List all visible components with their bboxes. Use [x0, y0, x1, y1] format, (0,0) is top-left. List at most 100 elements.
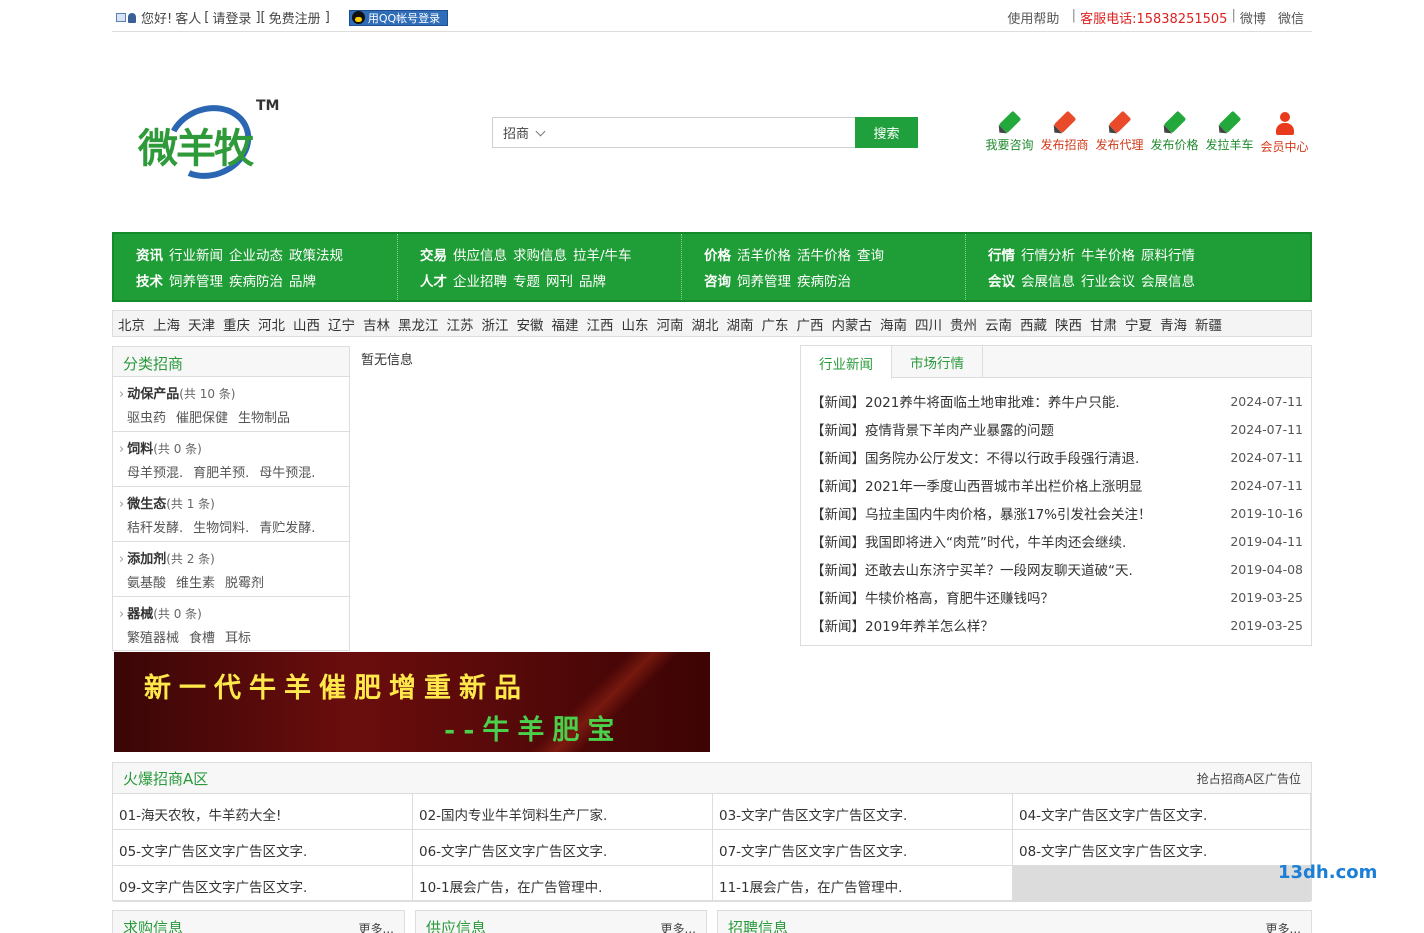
nav-head[interactable]: 技术	[136, 274, 163, 290]
category-sub-link[interactable]: 生物饲料.	[193, 521, 249, 536]
nav-head[interactable]: 人才	[420, 274, 447, 290]
city-link[interactable]: 湖南	[727, 314, 754, 334]
nav-head[interactable]: 资讯	[136, 248, 163, 264]
jobs-info-more-link[interactable]: 更多...	[1266, 917, 1301, 933]
category-sub-link[interactable]: 母牛预混.	[259, 466, 315, 481]
category-sub-link[interactable]: 食槽	[189, 631, 215, 646]
login-link[interactable]: 请登录	[212, 8, 251, 27]
news-title[interactable]: 【新闻】2019年养羊怎么样？	[811, 615, 994, 635]
ad-cell[interactable]: 07-文字广告区文字广告区文字.	[713, 830, 1013, 866]
weibo-link[interactable]: 微博	[1240, 8, 1266, 27]
category-sub-link[interactable]: 催肥保健	[176, 411, 228, 426]
ad-cell[interactable]: 09-文字广告区文字广告区文字.	[113, 866, 413, 902]
category-sub-link[interactable]: 母羊预混.	[127, 466, 183, 481]
category-sub-link[interactable]: 青贮发酵.	[259, 521, 315, 536]
city-link[interactable]: 河北	[258, 314, 285, 334]
ad-cell[interactable]: 04-文字广告区文字广告区文字.	[1013, 794, 1311, 830]
city-link[interactable]: 陕西	[1055, 314, 1082, 334]
nav-link[interactable]: 饲养管理	[737, 274, 791, 290]
news-item[interactable]: 【新闻】2021养牛将面临土地审批难：养牛户只能. 2024-07-11	[811, 387, 1303, 415]
nav-link[interactable]: 拉羊/牛车	[573, 248, 632, 264]
news-item[interactable]: 【新闻】2019年养羊怎么样？ 2019-03-25	[811, 611, 1303, 639]
action-0[interactable]: 我要咨询	[982, 110, 1037, 155]
nav-link[interactable]: 求购信息	[513, 248, 567, 264]
qq-login-button[interactable]: 用QQ帐号登录	[348, 9, 449, 26]
category-sub-link[interactable]: 维生素	[176, 576, 215, 591]
city-link[interactable]: 辽宁	[328, 314, 355, 334]
register-link[interactable]: 免费注册	[269, 8, 321, 27]
nav-link[interactable]: 企业动态	[229, 248, 283, 264]
category-sub-link[interactable]: 育肥羊预.	[193, 466, 249, 481]
ad-cell[interactable]: 06-文字广告区文字广告区文字.	[413, 830, 713, 866]
nav-link[interactable]: 原料行情	[1141, 248, 1195, 264]
nav-link[interactable]: 查询	[857, 248, 884, 264]
news-title[interactable]: 【新闻】我国即将进入“肉荒”时代，牛羊肉还会继续.	[811, 531, 1126, 551]
category-title[interactable]: 器械(共 0 条)	[119, 603, 349, 622]
city-link[interactable]: 甘肃	[1090, 314, 1117, 334]
city-link[interactable]: 安徽	[517, 314, 544, 334]
category-sub-link[interactable]: 秸秆发酵.	[127, 521, 183, 536]
ad-cell[interactable]: 05-文字广告区文字广告区文字.	[113, 830, 413, 866]
news-item[interactable]: 【新闻】国务院办公厅发文：不得以行政手段强行清退. 2024-07-11	[811, 443, 1303, 471]
city-link[interactable]: 福建	[552, 314, 579, 334]
help-link[interactable]: 使用帮助	[1007, 8, 1059, 27]
city-link[interactable]: 四川	[915, 314, 942, 334]
city-link[interactable]: 浙江	[482, 314, 509, 334]
nav-head[interactable]: 价格	[704, 248, 731, 264]
search-button[interactable]: 搜索	[855, 117, 918, 148]
nav-link[interactable]: 政策法规	[289, 248, 343, 264]
nav-head[interactable]: 行情	[988, 248, 1015, 264]
category-sub-link[interactable]: 生物制品	[238, 411, 290, 426]
nav-link[interactable]: 行业新闻	[169, 248, 223, 264]
ad-cell[interactable]: 10-1展会广告，在广告管理中.	[413, 866, 713, 902]
nav-link[interactable]: 企业招聘	[453, 274, 507, 290]
promo-banner[interactable]: 新一代牛羊催肥增重新品 --牛羊肥宝	[114, 652, 710, 752]
nav-link[interactable]: 疾病防治	[797, 274, 851, 290]
city-link[interactable]: 内蒙古	[832, 314, 873, 334]
city-link[interactable]: 湖北	[692, 314, 719, 334]
city-link[interactable]: 山西	[293, 314, 320, 334]
city-link[interactable]: 新疆	[1195, 314, 1222, 334]
news-item[interactable]: 【新闻】乌拉圭国内牛肉价格，暴涨17%引发社会关注！ 2019-10-16	[811, 499, 1303, 527]
buy-info-more-link[interactable]: 更多...	[359, 917, 394, 933]
category-sub-link[interactable]: 驱虫药	[127, 411, 166, 426]
action-5[interactable]: 会员中心	[1257, 112, 1312, 155]
ad-cell[interactable]: 02-国内专业牛羊饲料生产厂家.	[413, 794, 713, 830]
news-item[interactable]: 【新闻】还敢去山东济宁买羊？一段网友聊天道破“天. 2019-04-08	[811, 555, 1303, 583]
ad-cell[interactable]: 01-海天农牧，牛羊药大全!	[113, 794, 413, 830]
nav-head[interactable]: 会议	[988, 274, 1015, 290]
news-title[interactable]: 【新闻】2021养牛将面临土地审批难：养牛户只能.	[811, 391, 1120, 411]
category-title[interactable]: 饲料(共 0 条)	[119, 438, 349, 457]
nav-head[interactable]: 咨询	[704, 274, 731, 290]
nav-link[interactable]: 饲养管理	[169, 274, 223, 290]
city-link[interactable]: 西藏	[1020, 314, 1047, 334]
news-title[interactable]: 【新闻】牛犊价格高，育肥牛还赚钱吗？	[811, 587, 1054, 607]
tab-industry-news[interactable]: 行业新闻	[801, 346, 892, 379]
news-item[interactable]: 【新闻】2021年一季度山西晋城市羊出栏价格上涨明显 2024-07-11	[811, 471, 1303, 499]
ad-zone-more-link[interactable]: 抢占招商A区广告位	[1197, 770, 1301, 787]
nav-link[interactable]: 品牌	[289, 274, 316, 290]
tab-market[interactable]: 市场行情	[892, 346, 983, 378]
nav-link[interactable]: 活羊价格	[737, 248, 791, 264]
nav-link[interactable]: 牛羊价格	[1081, 248, 1135, 264]
city-link[interactable]: 北京	[118, 314, 145, 334]
nav-link[interactable]: 会展信息	[1141, 274, 1195, 290]
search-category-select[interactable]: 招商	[503, 123, 529, 142]
city-link[interactable]: 河南	[657, 314, 684, 334]
category-title[interactable]: 动保产品(共 10 条)	[119, 383, 349, 402]
ad-cell[interactable]: 08-文字广告区文字广告区文字.	[1013, 830, 1311, 866]
nav-link[interactable]: 活牛价格	[797, 248, 851, 264]
city-link[interactable]: 吉林	[363, 314, 390, 334]
city-link[interactable]: 云南	[985, 314, 1012, 334]
city-link[interactable]: 黑龙江	[398, 314, 439, 334]
news-title[interactable]: 【新闻】还敢去山东济宁买羊？一段网友聊天道破“天.	[811, 559, 1133, 579]
news-item[interactable]: 【新闻】疫情背景下羊肉产业暴露的问题 2024-07-11	[811, 415, 1303, 443]
nav-link[interactable]: 供应信息	[453, 248, 507, 264]
city-link[interactable]: 宁夏	[1125, 314, 1152, 334]
weixin-link[interactable]: 微信	[1278, 8, 1304, 27]
city-link[interactable]: 上海	[153, 314, 180, 334]
city-link[interactable]: 青海	[1160, 314, 1187, 334]
news-item[interactable]: 【新闻】牛犊价格高，育肥牛还赚钱吗？ 2019-03-25	[811, 583, 1303, 611]
city-link[interactable]: 广东	[762, 314, 789, 334]
supply-info-more-link[interactable]: 更多...	[661, 917, 696, 933]
